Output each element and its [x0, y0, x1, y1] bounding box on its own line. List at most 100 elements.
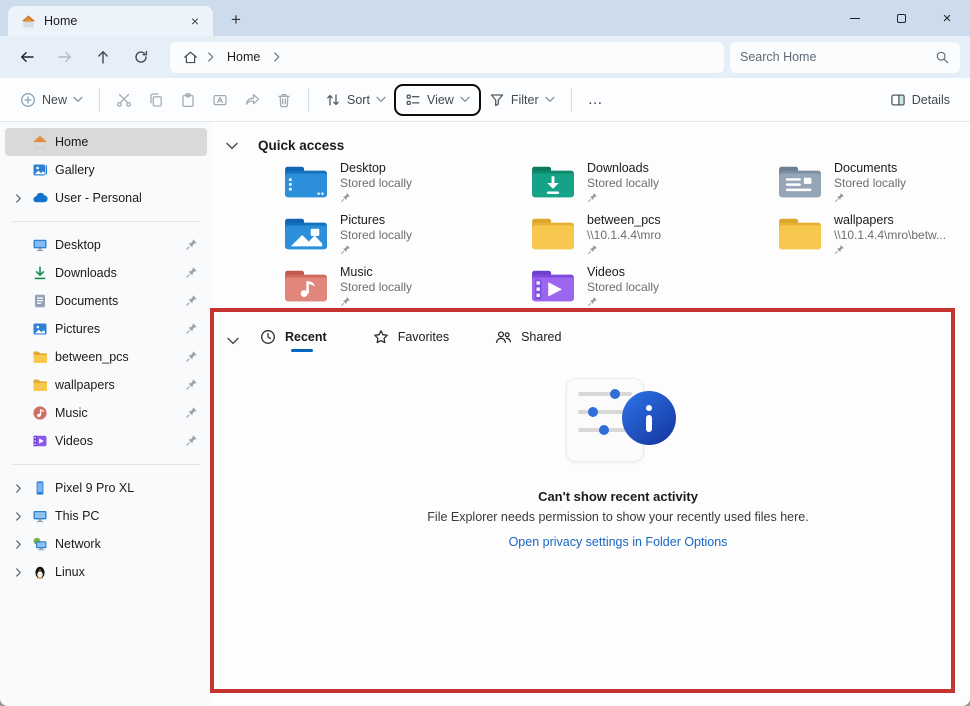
privacy-settings-link[interactable]: Open privacy settings in Folder Options [509, 535, 728, 549]
sidebar-item-user-personal[interactable]: User - Personal [5, 184, 207, 212]
sidebar-item-linux[interactable]: Linux [5, 558, 207, 586]
activity-tabs: Recent Favorites Sha [226, 329, 970, 352]
quick-access-item-documents[interactable]: Documents Stored locally [777, 161, 970, 213]
quick-access-item-downloads[interactable]: Downloads Stored locally [530, 161, 777, 213]
sort-icon [325, 92, 341, 108]
filter-label: Filter [511, 93, 539, 107]
content-area: Home Gallery User - Personal [0, 122, 970, 705]
tab-shared[interactable]: Shared [495, 329, 561, 352]
network-icon [32, 536, 48, 552]
sidebar-item-videos[interactable]: Videos [5, 427, 207, 455]
new-plus-icon [20, 92, 36, 108]
pin-icon [185, 350, 198, 363]
close-icon: × [943, 11, 952, 26]
tab-favorites[interactable]: Favorites [373, 329, 449, 352]
active-tab-indicator [291, 349, 313, 352]
pin-icon [340, 192, 351, 203]
cut-button[interactable] [108, 87, 140, 113]
breadcrumb-chevron-icon [206, 51, 215, 63]
sidebar-item-desktop[interactable]: Desktop [5, 231, 207, 259]
pin-icon [587, 192, 598, 203]
sidebar-item-between-pcs[interactable]: between_pcs [5, 343, 207, 371]
sidebar-item-network[interactable]: Network [5, 530, 207, 558]
sidebar-item-downloads[interactable]: Downloads [5, 259, 207, 287]
sidebar-item-this-pc[interactable]: This PC [5, 502, 207, 530]
item-name: Music [340, 265, 412, 280]
quick-access-item-between-pcs[interactable]: between_pcs \\10.1.4.4\mro [530, 213, 777, 265]
copy-button[interactable] [140, 87, 172, 113]
breadcrumb[interactable]: Home [170, 42, 724, 73]
tab-home[interactable]: Home × [8, 6, 213, 36]
pin-icon [185, 238, 198, 251]
quick-access-item-wallpapers[interactable]: wallpapers \\10.1.4.4\mro\betw... [777, 213, 970, 265]
sidebar-item-home[interactable]: Home [5, 128, 207, 156]
onedrive-cloud-icon [32, 190, 48, 206]
new-tab-button[interactable]: + [223, 7, 249, 33]
refresh-button[interactable] [124, 42, 158, 72]
sidebar-item-wallpapers[interactable]: wallpapers [5, 371, 207, 399]
pin-icon [340, 244, 351, 255]
back-button[interactable] [10, 42, 44, 72]
item-name: between_pcs [587, 213, 661, 228]
item-name: Desktop [340, 161, 412, 176]
copy-icon [148, 92, 164, 108]
toolbar-separator [571, 88, 572, 112]
view-label: View [427, 93, 454, 107]
chevron-right-icon [14, 512, 23, 521]
new-label: New [42, 93, 67, 107]
item-sublabel: Stored locally [340, 280, 412, 295]
quick-access-item-videos[interactable]: Videos Stored locally [530, 265, 777, 317]
search-input[interactable]: Search Home [730, 42, 960, 73]
home-tab-icon [20, 13, 36, 29]
this-pc-icon [32, 508, 48, 524]
sidebar-item-pixel-9-pro-xl[interactable]: Pixel 9 Pro XL [5, 474, 207, 502]
pin-icon [587, 296, 598, 307]
navigation-bar: Home Search Home [0, 36, 970, 78]
sidebar-item-gallery[interactable]: Gallery [5, 156, 207, 184]
chevron-down-icon [227, 337, 239, 345]
details-button[interactable]: Details [882, 87, 958, 113]
window-controls: × [832, 0, 970, 36]
details-label: Details [912, 93, 950, 107]
view-button[interactable]: View [397, 87, 478, 113]
phone-icon [32, 480, 48, 496]
quick-access-item-pictures[interactable]: Pictures Stored locally [283, 213, 530, 265]
sidebar-item-pictures[interactable]: Pictures [5, 315, 207, 343]
quick-access-item-music[interactable]: Music Stored locally [283, 265, 530, 317]
breadcrumb-item-home[interactable]: Home [223, 50, 264, 64]
chevron-right-icon [14, 540, 23, 549]
share-button[interactable] [236, 87, 268, 113]
new-button[interactable]: New [12, 87, 91, 113]
up-button[interactable] [86, 42, 120, 72]
forward-button[interactable] [48, 42, 82, 72]
pictures-folder-icon [283, 215, 329, 253]
minimize-button[interactable] [832, 0, 878, 36]
more-options-button[interactable]: … [580, 86, 612, 113]
delete-button[interactable] [268, 87, 300, 113]
folder-icon [530, 215, 576, 253]
quick-access-item-desktop[interactable]: Desktop Stored locally [283, 161, 530, 213]
sort-button[interactable]: Sort [317, 87, 394, 113]
chevron-right-icon [14, 484, 23, 493]
pin-icon [185, 266, 198, 279]
tab-title: Home [44, 14, 177, 28]
maximize-button[interactable] [878, 0, 924, 36]
quick-access-header[interactable]: Quick access [226, 138, 970, 153]
item-sublabel: Stored locally [340, 176, 412, 191]
activity-collapse-chevron[interactable] [226, 334, 240, 348]
sidebar-item-music[interactable]: Music [5, 399, 207, 427]
chevron-down-icon [460, 96, 470, 103]
close-button[interactable]: × [924, 0, 970, 36]
rename-button[interactable] [204, 87, 236, 113]
sidebar-item-documents[interactable]: Documents [5, 287, 207, 315]
item-name: Videos [587, 265, 659, 280]
desktop-folder-icon [283, 163, 329, 201]
folder-icon [777, 215, 823, 253]
paste-button[interactable] [172, 87, 204, 113]
filter-button[interactable]: Filter [481, 87, 563, 113]
item-name: Pictures [340, 213, 412, 228]
linux-penguin-icon [32, 564, 48, 580]
info-icon [622, 391, 676, 445]
tab-close-button[interactable]: × [185, 11, 205, 31]
tab-recent[interactable]: Recent [260, 329, 327, 352]
